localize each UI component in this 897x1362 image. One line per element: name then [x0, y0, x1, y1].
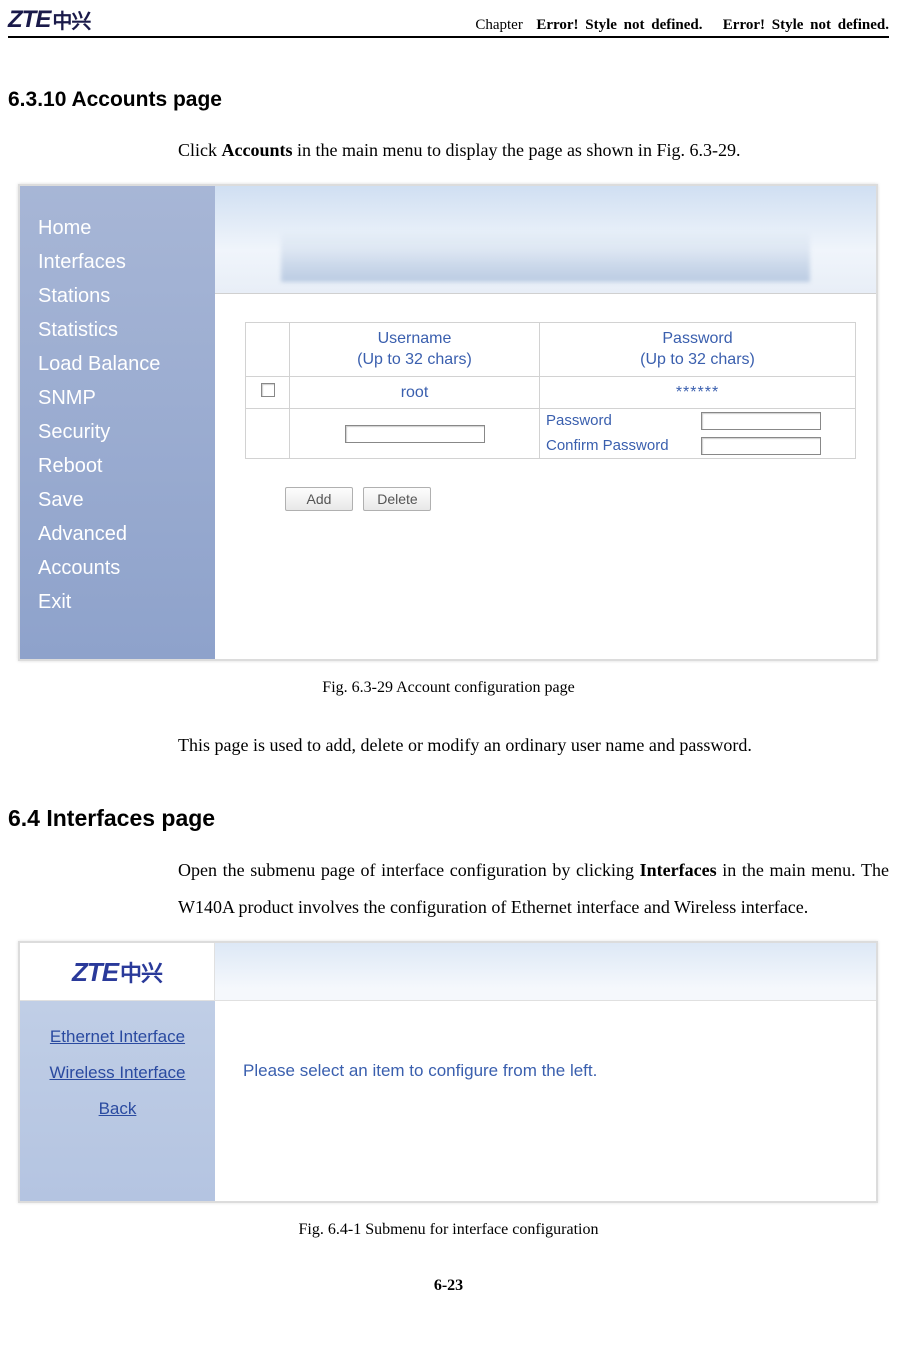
page-content: 6.3.10 Accounts page Click Accounts in t…: [0, 38, 897, 1305]
sidebar-item-interfaces[interactable]: Interfaces: [38, 245, 215, 279]
sidebar-item-advanced[interactable]: Advanced: [38, 517, 215, 551]
sidebar-item-stations[interactable]: Stations: [38, 279, 215, 313]
th-username: Username (Up to 32 chars): [290, 322, 540, 377]
zte-logo: ZTE中兴: [8, 5, 90, 34]
table-header-row: Username (Up to 32 chars) Password (Up t…: [246, 322, 856, 377]
banner-image: [215, 186, 876, 294]
shot2-body: Ethernet Interface Wireless Interface Ba…: [20, 1001, 876, 1201]
label-password: Password: [540, 409, 695, 433]
delete-button[interactable]: Delete: [363, 487, 431, 511]
th-checkbox: [246, 322, 290, 377]
sidebar-item-wireless[interactable]: Wireless Interface: [20, 1055, 215, 1091]
cell-username-input: [290, 409, 540, 458]
shot2-top-row: ZTE中兴: [20, 943, 876, 1001]
accounts-sidebar: Home Interfaces Stations Statistics Load…: [20, 186, 215, 659]
page-header: ZTE中兴 Chapter Error! Style not defined. …: [0, 0, 897, 36]
chapter-error1: Error! Style not defined.: [536, 17, 702, 33]
sidebar-item-accounts[interactable]: Accounts: [38, 551, 215, 585]
prompt-text: Please select an item to configure from …: [243, 1061, 597, 1080]
caption-6-3-29: Fig. 6.3-29 Account configuration page: [8, 679, 889, 697]
cell-checkbox-new: [246, 409, 290, 458]
figure-6-4-1: ZTE中兴 Ethernet Interface Wireless Interf…: [18, 941, 878, 1203]
accounts-main: Username (Up to 32 chars) Password (Up t…: [215, 186, 876, 659]
heading-6-3-10: 6.3.10 Accounts page: [8, 88, 889, 112]
t: Open the submenu page of interface confi…: [178, 860, 640, 880]
chapter-line: Chapter Error! Style not defined. Error!…: [475, 17, 889, 34]
cell-username: root: [290, 377, 540, 409]
accounts-body: Username (Up to 32 chars) Password (Up t…: [215, 294, 876, 531]
para-interfaces-intro: Open the submenu page of interface confi…: [178, 852, 889, 928]
table-row-new: Password Confirm Password: [246, 409, 856, 458]
sidebar-item-back[interactable]: Back: [20, 1091, 215, 1127]
bold-interfaces: Interfaces: [640, 860, 717, 880]
shot2-logo-cell: ZTE中兴: [20, 943, 215, 1001]
shot2-banner: [215, 943, 876, 1001]
sidebar-item-loadbalance[interactable]: Load Balance: [38, 347, 215, 381]
password-input[interactable]: [701, 412, 821, 430]
sidebar-item-home[interactable]: Home: [38, 211, 215, 245]
chapter-error2: Error! Style not defined.: [723, 17, 889, 33]
sidebar-item-statistics[interactable]: Statistics: [38, 313, 215, 347]
th-password: Password (Up to 32 chars): [540, 322, 856, 377]
figure-6-3-29: Home Interfaces Stations Statistics Load…: [18, 184, 878, 661]
t: Click: [178, 140, 222, 160]
caption-6-4-1: Fig. 6.4-1 Submenu for interface configu…: [8, 1221, 889, 1239]
cell-password-masked: ******: [540, 377, 856, 409]
zte-logo-small: ZTE中兴: [72, 956, 162, 988]
heading-6-4: 6.4 Interfaces page: [8, 805, 889, 832]
sidebar-item-ethernet[interactable]: Ethernet Interface: [20, 1019, 215, 1055]
confirm-password-input[interactable]: [701, 437, 821, 455]
username-input[interactable]: [345, 425, 485, 443]
page-number: 6-23: [8, 1277, 889, 1305]
logo-text: ZTE: [8, 6, 50, 34]
row-checkbox[interactable]: [261, 383, 275, 397]
cell-password-fields: Password Confirm Password: [540, 409, 856, 458]
interfaces-sidebar: Ethernet Interface Wireless Interface Ba…: [20, 1001, 215, 1201]
t: (Up to 32 chars): [640, 351, 755, 368]
accounts-table: Username (Up to 32 chars) Password (Up t…: [245, 322, 856, 459]
t: Password: [662, 330, 732, 347]
t: (Up to 32 chars): [357, 351, 472, 368]
table-row-root: root ******: [246, 377, 856, 409]
logo-cn: 中兴: [120, 956, 162, 988]
sidebar-item-snmp[interactable]: SNMP: [38, 381, 215, 415]
sidebar-item-reboot[interactable]: Reboot: [38, 449, 215, 483]
sidebar-item-exit[interactable]: Exit: [38, 585, 215, 619]
para-accounts-desc: This page is used to add, delete or modi…: [178, 727, 889, 765]
add-button[interactable]: Add: [285, 487, 353, 511]
cell-checkbox: [246, 377, 290, 409]
t: in the main menu to display the page as …: [293, 140, 741, 160]
sidebar-item-save[interactable]: Save: [38, 483, 215, 517]
t: Username: [378, 330, 452, 347]
chapter-prefix: Chapter: [475, 17, 522, 33]
label-confirm-password: Confirm Password: [540, 434, 695, 458]
logo-cn: 中兴: [52, 5, 90, 34]
logo-text: ZTE: [72, 957, 118, 988]
button-row: Add Delete: [245, 487, 856, 511]
interfaces-main: Please select an item to configure from …: [215, 1001, 876, 1201]
para-accounts-intro: Click Accounts in the main menu to displ…: [178, 132, 889, 170]
bold-accounts: Accounts: [222, 140, 293, 160]
sidebar-item-security[interactable]: Security: [38, 415, 215, 449]
